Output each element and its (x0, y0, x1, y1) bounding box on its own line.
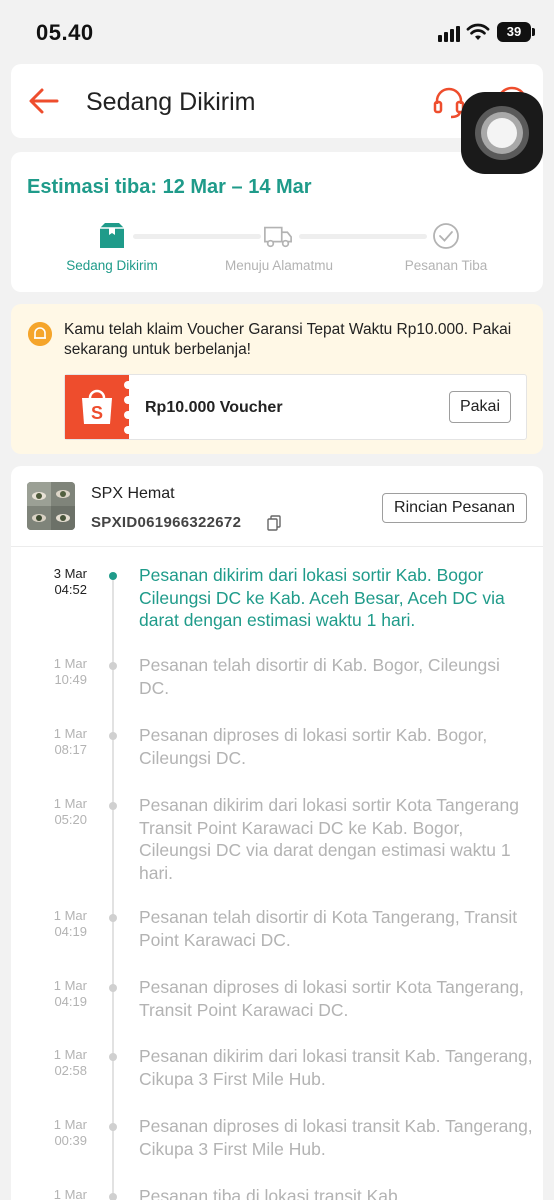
event-description: Pesanan dikirim dari lokasi transit Kab.… (139, 1046, 533, 1089)
event-date: 3 Mar 04:52 (53, 566, 87, 597)
voucher-message: Kamu telah klaim Voucher Garansi Tepat W… (64, 321, 512, 358)
check-circle-icon (433, 223, 459, 249)
voucher-name: Rp10.000 Voucher (145, 399, 283, 416)
timeline-dot (109, 662, 117, 670)
tracking-card: SPX Hemat SPXID061966322672 Rincian Pesa… (11, 466, 543, 1200)
event-description: Pesanan telah disortir di Kab. Bogor, Ci… (139, 655, 500, 698)
battery-tip (532, 28, 535, 36)
bell-icon (28, 322, 52, 346)
page-title: Sedang Dikirim (86, 88, 256, 116)
event-description: Pesanan telah disortir di Kota Tangerang… (139, 907, 518, 950)
step-label-to-address: Menuju Alamatmu (224, 258, 334, 273)
delivery-truck-icon (264, 226, 292, 248)
order-details-button[interactable]: Rincian Pesanan (382, 493, 527, 523)
battery-icon: 39 (497, 22, 531, 42)
event-description: Pesanan diproses di lokasi transit Kab. … (139, 1116, 533, 1159)
tracking-number: SPXID061966322672 (91, 514, 242, 531)
courier-name: SPX Hemat (91, 485, 175, 502)
wifi-icon (466, 23, 490, 40)
timeline-dot (109, 984, 117, 992)
event-date: 1 Mar (53, 1187, 87, 1200)
event-date: 1 Mar 08:17 (53, 726, 87, 757)
timeline-dot (109, 1123, 117, 1131)
delivery-progress-steps: Sedang Dikirim Menuju Alamatmu Pesanan T… (11, 220, 543, 280)
step-label-shipping: Sedang Dikirim (66, 258, 158, 273)
voucher-item[interactable]: S Rp10.000 Voucher Pakai (64, 374, 527, 440)
package-icon (100, 223, 124, 248)
event-description: Pesanan diproses di lokasi sortir Kab. B… (139, 725, 488, 768)
step-label-arrived: Pesanan Tiba (404, 258, 488, 273)
timeline-dot (109, 802, 117, 810)
use-voucher-button[interactable]: Pakai (449, 391, 511, 423)
event-date: 1 Mar 00:39 (53, 1117, 87, 1148)
status-bar: 05.40 39 (0, 0, 554, 62)
shopee-bag-icon: S (65, 375, 130, 439)
assistive-touch-button[interactable] (461, 92, 543, 174)
event-description: Pesanan diproses di lokasi sortir Kota T… (139, 977, 524, 1020)
timeline-dot (109, 1053, 117, 1061)
timeline-dot (109, 914, 117, 922)
event-date: 1 Mar 04:19 (53, 978, 87, 1009)
event-description: Pesanan tiba di lokasi transit Kab. (139, 1186, 403, 1200)
progress-line-1 (133, 234, 261, 239)
delivery-estimate-card: Estimasi tiba: 12 Mar – 14 Mar Sedang Di… (11, 152, 543, 292)
copy-icon[interactable] (267, 515, 281, 531)
event-date: 1 Mar 05:20 (53, 796, 87, 827)
timeline-dot (109, 1193, 117, 1200)
voucher-card: Kamu telah klaim Voucher Garansi Tepat W… (11, 304, 543, 454)
event-description: Pesanan dikirim dari lokasi sortir Kab. … (139, 565, 505, 630)
divider (11, 546, 543, 547)
svg-text:S: S (91, 403, 103, 423)
status-time: 05.40 (36, 20, 94, 45)
event-date: 1 Mar 10:49 (53, 656, 87, 687)
event-date: 1 Mar 04:19 (53, 908, 87, 939)
product-thumbnail (27, 482, 75, 530)
back-arrow-icon[interactable] (27, 84, 61, 118)
estimate-title: Estimasi tiba: 12 Mar – 14 Mar (27, 176, 312, 198)
event-date: 1 Mar 02:58 (53, 1047, 87, 1078)
cellular-signal-icon (438, 24, 460, 42)
progress-line-2 (299, 234, 427, 239)
timeline-dot (109, 572, 117, 580)
event-description: Pesanan dikirim dari lokasi sortir Kota … (139, 795, 520, 883)
timeline-dot (109, 732, 117, 740)
